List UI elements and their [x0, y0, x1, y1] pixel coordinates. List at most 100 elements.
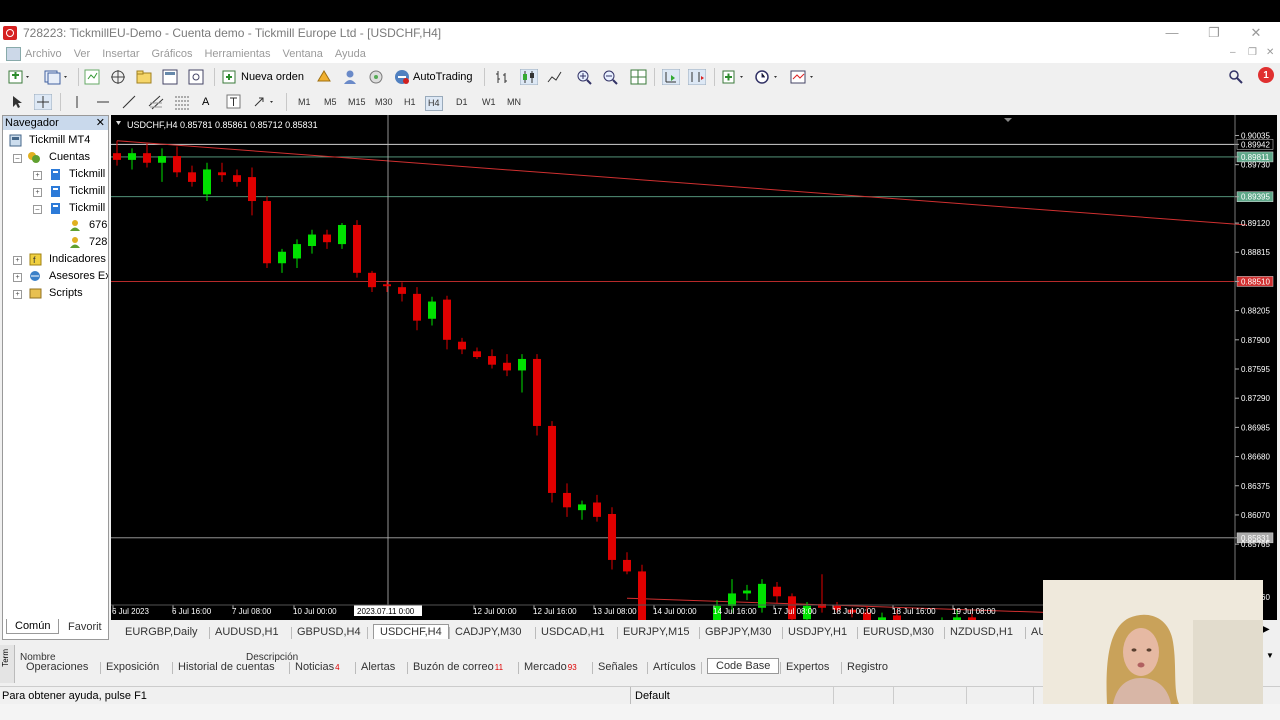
tab-common[interactable]: Común	[6, 619, 60, 634]
search-icon[interactable]	[1228, 68, 1244, 86]
terminal-tab[interactable]: Buzón de correo11	[413, 661, 503, 673]
chart-tab[interactable]: EURGBP,Daily	[125, 626, 198, 638]
new-order-button[interactable]: Nueva orden	[222, 68, 304, 86]
chart-tab[interactable]: GBPJPY,M30	[705, 626, 771, 638]
terminal-tab[interactable]: Historial de cuentas	[178, 661, 275, 673]
timeframe-mn[interactable]: MN	[505, 96, 523, 109]
vertical-line-icon[interactable]	[70, 93, 84, 111]
text-label-icon[interactable]	[226, 93, 242, 111]
candlestick-chart-icon[interactable]	[520, 68, 538, 86]
account-user-icon[interactable]	[342, 68, 360, 86]
menu-charts[interactable]: Gráficos	[152, 48, 201, 60]
tab-favorites[interactable]: Favorit	[68, 621, 102, 633]
close-button[interactable]: ✕	[1236, 22, 1276, 44]
tree-scripts[interactable]: Scripts	[49, 287, 83, 299]
terminal-tab[interactable]: Artículos	[653, 661, 696, 673]
terminal-tab[interactable]: Operaciones	[26, 661, 88, 673]
strategy-tester-icon[interactable]	[188, 68, 206, 86]
terminal-tab[interactable]: Registro	[847, 661, 888, 673]
tree-account-676[interactable]: 676	[89, 219, 107, 231]
chart-tab[interactable]: CADJPY,M30	[455, 626, 521, 638]
timeframe-m1[interactable]: M1	[296, 96, 313, 109]
timeframe-d1[interactable]: D1	[454, 96, 470, 109]
timeframe-m5[interactable]: M5	[322, 96, 339, 109]
chart-tab[interactable]: AUDUSD,H1	[215, 626, 279, 638]
tree-accounts[interactable]: Cuentas	[49, 151, 90, 163]
periods-clock-icon[interactable]	[754, 68, 782, 86]
tree-expand-icon[interactable]: +	[13, 273, 22, 282]
mdi-close-icon[interactable]: ✕	[1266, 47, 1274, 58]
cursor-icon[interactable]	[10, 93, 24, 111]
tree-expand-icon[interactable]: +	[13, 256, 22, 265]
chart-tab[interactable]: USDCAD,H1	[541, 626, 605, 638]
chart-window[interactable]: 0.90035 0.89942 0.89811 0.89730 0.89395 0.891…	[111, 115, 1277, 620]
tree-account-728[interactable]: 728	[89, 236, 107, 248]
timeframe-w1[interactable]: W1	[480, 96, 498, 109]
chart-tab[interactable]: USDCHF,H4	[373, 624, 449, 639]
terminal-tab[interactable]: Exposición	[106, 661, 159, 673]
tabs-scroll-right-icon[interactable]: ▶	[1262, 624, 1270, 635]
menu-file[interactable]: Archivo	[25, 48, 70, 60]
terminal-tab[interactable]: Mercado93	[524, 661, 577, 673]
tree-server-2[interactable]: Tickmill	[69, 185, 105, 197]
timeframe-m15[interactable]: M15	[346, 96, 368, 109]
document-icon[interactable]	[6, 46, 21, 61]
indicators-list-icon[interactable]	[722, 68, 748, 86]
tree-server-3[interactable]: Tickmill	[69, 202, 105, 214]
line-chart-icon[interactable]	[546, 68, 564, 86]
tree-expand-icon[interactable]: +	[33, 188, 42, 197]
tree-experts[interactable]: Asesores Ex	[49, 270, 108, 282]
menu-insert[interactable]: Insertar	[102, 48, 147, 60]
text-tool-icon[interactable]: A	[202, 93, 209, 111]
equidistant-channel-icon[interactable]	[148, 93, 164, 111]
autotrading-button[interactable]: AutoTrading	[394, 68, 473, 86]
crosshair-icon[interactable]	[34, 93, 52, 111]
price-chart[interactable]: 0.900350.899420.898110.897300.893950.891…	[111, 115, 1277, 620]
navigator-icon[interactable]	[136, 68, 154, 86]
menu-window[interactable]: Ventana	[283, 48, 331, 60]
mdi-minimize-icon[interactable]: –	[1230, 47, 1236, 58]
navigator-close-icon[interactable]: ✕	[96, 116, 105, 130]
terminal-tab[interactable]: Noticias4	[295, 661, 340, 673]
chart-tab[interactable]: GBPUSD,H4	[297, 626, 361, 638]
terminal-tab[interactable]: Señales	[598, 661, 638, 673]
tree-expand-icon[interactable]: +	[33, 171, 42, 180]
chart-tab[interactable]: EURUSD,M30	[863, 626, 934, 638]
status-profile[interactable]: Default	[635, 690, 670, 702]
auto-scroll-icon[interactable]	[662, 68, 680, 86]
tree-indicators[interactable]: Indicadores	[49, 253, 106, 265]
tree-server-1[interactable]: Tickmill	[69, 168, 105, 180]
menu-help[interactable]: Ayuda	[335, 48, 374, 60]
zoom-in-icon[interactable]	[576, 68, 594, 86]
metaeditor-icon[interactable]	[316, 68, 334, 86]
menu-tools[interactable]: Herramientas	[204, 48, 278, 60]
market-watch-icon[interactable]	[84, 68, 102, 86]
profiles-icon[interactable]	[44, 68, 70, 86]
menu-view[interactable]: Ver	[74, 48, 99, 60]
terminal-scroll-icon[interactable]: ▼	[1266, 651, 1274, 660]
zoom-out-icon[interactable]	[602, 68, 620, 86]
terminal-tab[interactable]: Expertos	[786, 661, 829, 673]
chart-tab[interactable]: EURJPY,M15	[623, 626, 689, 638]
templates-icon[interactable]	[790, 68, 818, 86]
chart-tab[interactable]: NZDUSD,H1	[950, 626, 1013, 638]
chart-shift-icon[interactable]	[688, 68, 706, 86]
chart-shift-marker-icon[interactable]	[1004, 118, 1012, 122]
fibonacci-icon[interactable]	[174, 93, 190, 111]
signals-icon[interactable]	[368, 68, 386, 86]
mdi-restore-icon[interactable]: ❐	[1248, 47, 1257, 58]
horizontal-line-icon[interactable]	[96, 93, 110, 111]
terminal-tab[interactable]: Code Base	[707, 658, 780, 674]
timeframe-h1[interactable]: H1	[402, 96, 418, 109]
tile-windows-icon[interactable]	[630, 68, 648, 86]
new-chart-icon[interactable]	[8, 68, 32, 86]
chart-tab[interactable]: USDJPY,H1	[788, 626, 847, 638]
tree-expand-icon[interactable]: +	[13, 290, 22, 299]
bar-chart-icon[interactable]	[494, 68, 512, 86]
tree-collapse-icon[interactable]: –	[13, 154, 22, 163]
arrows-icon[interactable]	[252, 93, 278, 111]
minimize-button[interactable]: —	[1152, 22, 1192, 44]
terminal-tab[interactable]: Alertas	[361, 661, 395, 673]
tree-collapse-icon[interactable]: –	[33, 205, 42, 214]
trendline-icon[interactable]	[122, 93, 136, 111]
